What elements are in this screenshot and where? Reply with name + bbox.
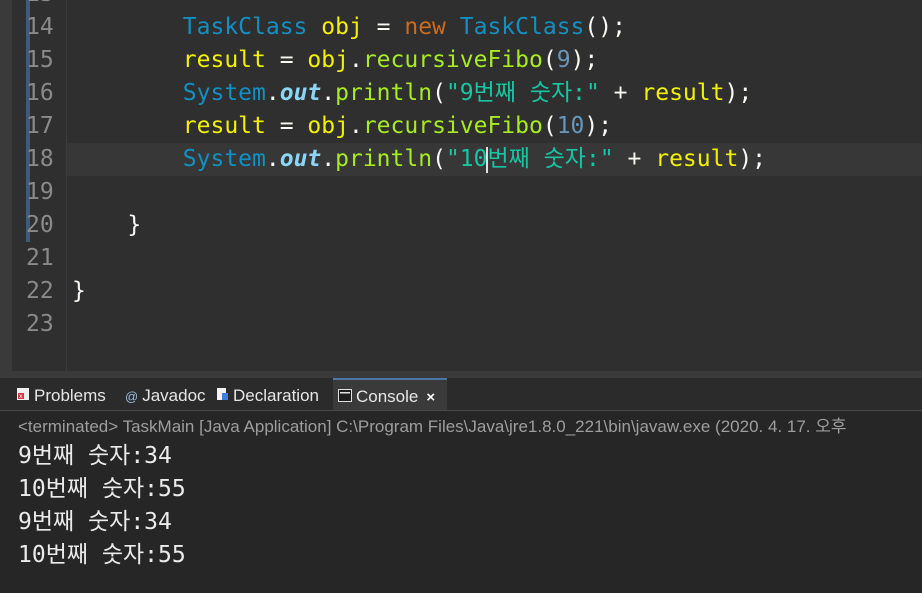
tab-label: Problems <box>34 386 106 405</box>
punctuation: . <box>348 47 363 73</box>
panel-splitter[interactable] <box>0 371 922 378</box>
keyword: new <box>404 14 446 40</box>
type-name: TaskClass <box>182 14 308 40</box>
variable: result <box>182 47 266 73</box>
line-number: 18 <box>26 146 54 172</box>
line-number: 20 <box>26 212 54 238</box>
punctuation: ( <box>542 113 557 139</box>
type-name: System <box>182 80 266 106</box>
operator: = <box>265 47 308 73</box>
panel-tab-bar: x Problems @ Javadoc Declaration Console × <box>0 378 922 411</box>
console-output-line: 10번째 숫자:55 <box>18 542 186 568</box>
svg-text:x: x <box>19 393 23 400</box>
line-number: 15 <box>26 47 54 73</box>
line-number: 23 <box>26 311 54 337</box>
tab-declaration[interactable]: Declaration <box>215 378 319 410</box>
method-name: recursiveFibo <box>362 113 543 139</box>
code-line-14[interactable]: TaskClass obj = new TaskClass(); <box>72 11 626 44</box>
line-number: 16 <box>26 80 54 106</box>
code-line-18[interactable]: System.out.println("10번째 숫자:" + result); <box>72 143 766 176</box>
console-output-line: 10번째 숫자:55 <box>18 476 186 502</box>
tab-label: Console <box>356 387 419 406</box>
type-name: System <box>182 146 266 172</box>
editor-left-edge <box>0 0 12 371</box>
code-line-15[interactable]: result = obj.recursiveFibo(9); <box>72 44 598 77</box>
operator: = <box>265 113 308 139</box>
string-literal: 번째 숫자:" <box>487 146 614 172</box>
operator: + <box>613 146 656 172</box>
declaration-icon <box>215 379 229 415</box>
code-line-17[interactable]: result = obj.recursiveFibo(10); <box>72 110 612 143</box>
static-field: out <box>279 80 322 106</box>
console-output-line: 9번째 숫자:34 <box>18 443 172 469</box>
console-icon <box>338 381 352 415</box>
code-line-16[interactable]: System.out.println("9번째 숫자:" + result); <box>72 77 752 110</box>
punctuation: . <box>321 80 336 106</box>
closing-brace: } <box>72 278 86 304</box>
line-number: 17 <box>26 113 54 139</box>
method-name: println <box>335 80 433 106</box>
console-status: <terminated> TaskMain [Java Application]… <box>18 417 847 436</box>
tab-problems[interactable]: x Problems <box>16 378 106 410</box>
code-line-20[interactable]: } <box>72 209 141 242</box>
line-number: 13 <box>26 0 54 11</box>
code-line-22[interactable]: } <box>72 275 86 308</box>
punctuation: (); <box>584 14 626 40</box>
punctuation: ( <box>432 146 446 172</box>
line-number: 19 <box>26 179 54 205</box>
variable: result <box>655 146 739 172</box>
string-literal: "9번째 숫자:" <box>445 80 600 106</box>
number-literal: 9 <box>556 47 571 73</box>
punctuation: ( <box>432 80 446 106</box>
variable: obj <box>321 14 363 40</box>
tab-label: Javadoc <box>142 386 206 405</box>
variable: result <box>182 113 266 139</box>
punctuation: ); <box>738 146 767 172</box>
method-name: println <box>335 146 433 172</box>
console-output-line: 9번째 숫자:34 <box>18 509 172 535</box>
operator: = <box>362 14 405 40</box>
javadoc-icon: @ <box>125 388 139 404</box>
line-number: 22 <box>26 278 54 304</box>
problems-icon: x <box>16 379 30 415</box>
method-name: recursiveFibo <box>362 47 543 73</box>
punctuation: . <box>265 80 280 106</box>
punctuation: ( <box>542 47 557 73</box>
variable: result <box>641 80 725 106</box>
operator: + <box>599 80 642 106</box>
close-icon[interactable]: × <box>426 389 435 406</box>
number-literal: 10 <box>556 113 585 139</box>
bottom-panel: x Problems @ Javadoc Declaration Console ×… <box>0 378 922 593</box>
closing-brace: } <box>127 212 142 238</box>
tab-javadoc[interactable]: @ Javadoc <box>125 378 206 410</box>
punctuation: ); <box>724 80 753 106</box>
line-number: 21 <box>26 245 54 271</box>
line-number: 14 <box>26 14 54 40</box>
string-literal: "10 <box>445 146 488 172</box>
tab-console[interactable]: Console × <box>333 378 447 410</box>
punctuation: ); <box>570 47 599 73</box>
punctuation: . <box>321 146 336 172</box>
punctuation: ); <box>584 113 613 139</box>
type-name: TaskClass <box>459 14 585 40</box>
punctuation: . <box>348 113 363 139</box>
tab-label: Declaration <box>233 386 319 405</box>
variable: obj <box>307 47 349 73</box>
static-field: out <box>279 146 322 172</box>
punctuation: . <box>265 146 280 172</box>
code-editor[interactable]: 13 14 15 16 17 18 19 20 21 22 23 TaskCla… <box>0 0 922 371</box>
variable: obj <box>307 113 349 139</box>
